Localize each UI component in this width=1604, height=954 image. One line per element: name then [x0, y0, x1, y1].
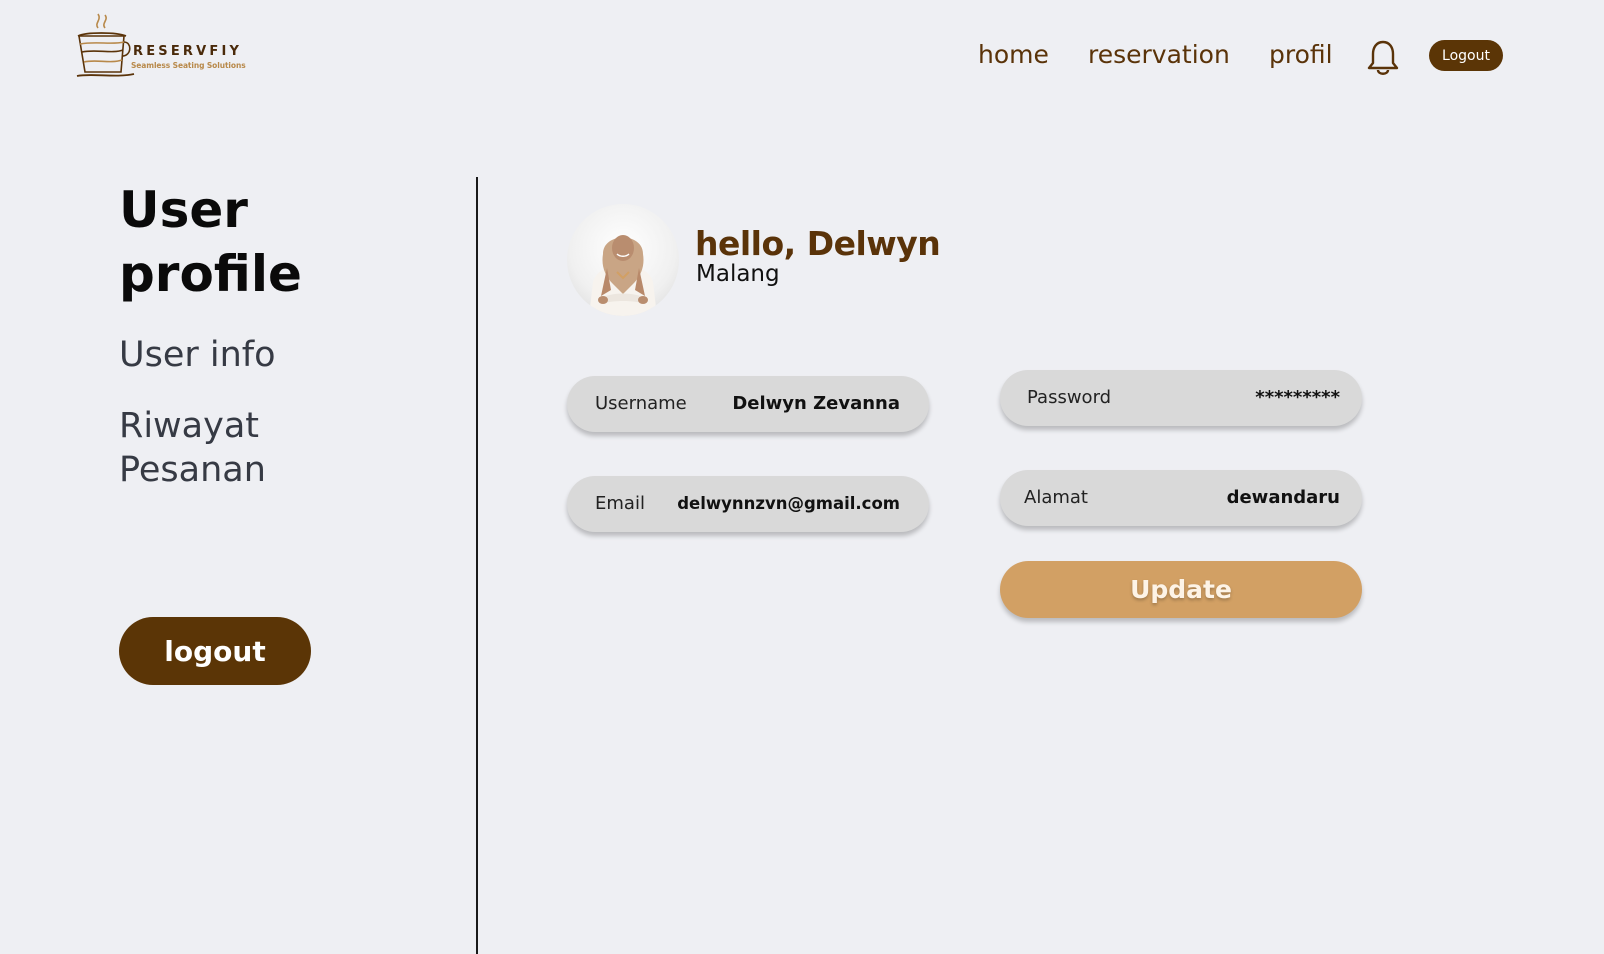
header-logout-button[interactable]: Logout: [1429, 40, 1503, 71]
password-value[interactable]: *********: [1255, 370, 1340, 426]
user-city: Malang: [696, 261, 780, 287]
coffee-cup-logo-icon: [76, 13, 135, 77]
sidebar-item-user-info[interactable]: User info: [119, 333, 399, 377]
password-field[interactable]: Password *********: [1000, 370, 1362, 426]
nav-profil[interactable]: profil: [1269, 38, 1333, 72]
sidebar-item-riwayat-pesanan[interactable]: Riwayat Pesanan: [119, 404, 399, 492]
username-label: Username: [595, 393, 687, 414]
bell-icon[interactable]: [1366, 39, 1400, 77]
greeting: hello, Delwyn: [695, 224, 941, 263]
update-button[interactable]: Update: [1000, 561, 1362, 618]
user-avatar-photo: [589, 235, 657, 316]
page-title: User profile: [119, 181, 302, 303]
vertical-divider: [476, 177, 478, 954]
email-value[interactable]: delwynnzvn@gmail.com: [677, 476, 900, 532]
alamat-value[interactable]: dewandaru: [1227, 470, 1340, 526]
email-field[interactable]: Email delwynnzvn@gmail.com: [567, 476, 929, 532]
password-label: Password: [1027, 387, 1112, 408]
alamat-field[interactable]: Alamat dewandaru: [1000, 470, 1362, 526]
alamat-label: Alamat: [1024, 487, 1088, 508]
logo-name: RESERVFIY: [133, 44, 243, 59]
username-field[interactable]: Username Delwyn Zevanna: [567, 376, 929, 432]
sidebar-logout-button[interactable]: logout: [119, 617, 311, 685]
nav-reservation[interactable]: reservation: [1088, 38, 1230, 72]
logo-tagline: Seamless Seating Solutions: [131, 61, 246, 70]
email-label: Email: [595, 493, 645, 514]
username-value[interactable]: Delwyn Zevanna: [732, 376, 900, 432]
nav-home[interactable]: home: [978, 38, 1049, 72]
logo[interactable]: RESERVFIY Seamless Seating Solutions: [76, 12, 246, 80]
page: RESERVFIY Seamless Seating Solutions hom…: [0, 0, 1604, 954]
avatar: [567, 204, 679, 316]
